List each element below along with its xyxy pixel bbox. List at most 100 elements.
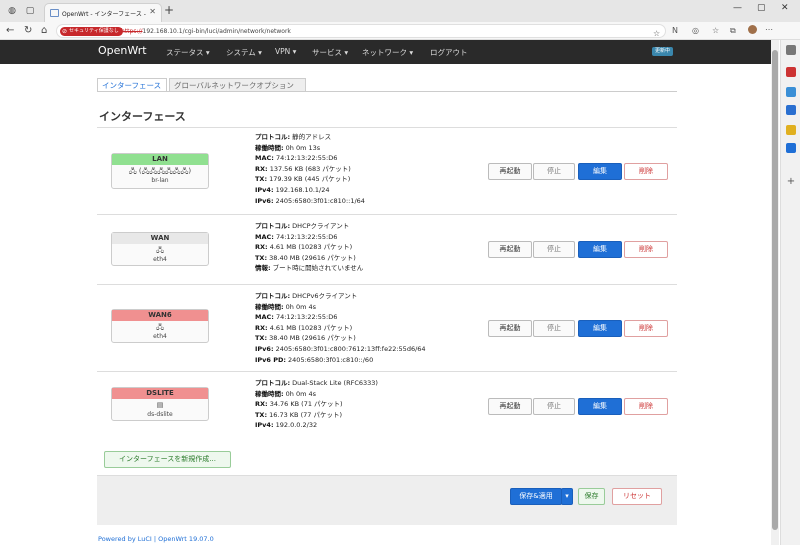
menu-services[interactable]: サービス ▾ — [312, 47, 348, 58]
home-icon[interactable]: ⌂ — [41, 25, 47, 36]
restart-button[interactable]: 再起動 — [488, 398, 532, 415]
tab-global-options[interactable]: グローバルネットワークオプション — [169, 78, 306, 92]
close-window-icon[interactable]: ✕ — [781, 3, 789, 13]
favorites-icon[interactable]: ☆ — [712, 26, 719, 35]
interface-badge: LAN 🖧 (🖧🖧🖧🖧🖧🖧) br-lan — [111, 153, 209, 189]
interface-name: LAN — [112, 154, 208, 165]
close-tab-icon[interactable]: ✕ — [149, 7, 156, 16]
tools-icon[interactable] — [786, 67, 796, 77]
info-line: MAC: 74:12:13:22:55:D6 — [255, 232, 338, 241]
device-icon: 🖧 (🖧🖧🖧🖧🖧🖧) — [128, 167, 192, 175]
tab-title: OpenWrt - インターフェース - LuCI — [62, 11, 147, 18]
profile-icon[interactable]: ◍ — [6, 5, 18, 17]
info-line: 稼働時間: 0h 0m 4s — [255, 389, 317, 398]
new-tab-icon[interactable]: + — [164, 3, 174, 17]
tab-interfaces[interactable]: インターフェース — [97, 78, 167, 92]
refresh-icon[interactable]: ◎ — [692, 26, 699, 35]
info-line: IPv6: 2405:6580:3f01:c800:7612:13ff:fe22… — [255, 344, 426, 353]
menu-status[interactable]: ステータス ▾ — [166, 47, 210, 58]
browser-sidebar: + — [780, 40, 800, 545]
office-icon[interactable] — [786, 125, 796, 135]
minimize-icon[interactable]: — — [733, 3, 742, 13]
update-badge: 更新中 — [652, 47, 674, 56]
games-icon[interactable] — [786, 87, 796, 97]
delete-button[interactable]: 削除 — [624, 320, 668, 337]
security-badge[interactable]: セキュリティ保護なし — [60, 27, 123, 36]
edit-button[interactable]: 編集 — [578, 320, 622, 337]
menu-logout[interactable]: ログアウト — [430, 47, 468, 58]
delete-button[interactable]: 削除 — [624, 163, 668, 180]
info-line: RX: 4.61 MB (10283 パケット) — [255, 243, 353, 252]
avatar[interactable] — [748, 25, 757, 34]
back-icon[interactable]: ← — [6, 25, 14, 36]
device-name: br-lan — [151, 177, 169, 184]
info-line: TX: 38.40 MB (29616 パケット) — [255, 253, 356, 262]
tab-actions-icon[interactable]: ▢ — [24, 5, 36, 17]
delete-button[interactable]: 削除 — [624, 241, 668, 258]
menu-vpn[interactable]: VPN ▾ — [275, 47, 296, 56]
info-line: IPv4: 192.168.10.1/24 — [255, 185, 330, 194]
info-line: プロトコル: DHCPv6クライアント — [255, 292, 358, 300]
scrollbar[interactable] — [771, 40, 779, 545]
save-apply-dropdown[interactable]: ▾ — [561, 488, 573, 505]
add-icon[interactable]: + — [786, 177, 796, 187]
restart-button[interactable]: 再起動 — [488, 241, 532, 258]
brand-logo[interactable]: OpenWrt — [98, 44, 147, 57]
menu-system[interactable]: システム ▾ — [226, 47, 262, 58]
collections-icon[interactable]: ⧉ — [730, 26, 736, 36]
search-icon[interactable] — [786, 45, 796, 55]
info-line: RX: 137.56 KB (683 パケット) — [255, 164, 351, 173]
edit-button[interactable]: 編集 — [578, 163, 622, 180]
powered-by-footer[interactable]: Powered by LuCI | OpenWrt 19.07.0 — [98, 535, 214, 543]
footer-action-bar: 保存&適用 ▾ 保存 リセット — [97, 475, 677, 525]
stop-button[interactable]: 停止 — [533, 398, 575, 415]
reload-icon[interactable]: ↻ — [24, 25, 32, 36]
section-title: インターフェース — [99, 110, 186, 123]
bing-icon[interactable] — [786, 143, 796, 153]
interface-row-wan6: WAN6 🖧 eth4 プロトコル: DHCPv6クライアント 稼働時間: 0h 0m … — [97, 284, 677, 371]
interface-name: WAN — [112, 233, 208, 244]
info-line: TX: 38.40 MB (29616 パケット) — [255, 334, 356, 343]
edit-button[interactable]: 編集 — [578, 241, 622, 258]
edit-button[interactable]: 編集 — [578, 398, 622, 415]
interface-row-wan: WAN 🖧 eth4 プロトコル: DHCPクライアント MAC: 74:12:13:2… — [97, 214, 677, 284]
tab-divider — [97, 91, 677, 92]
stop-button[interactable]: 停止 — [533, 320, 575, 337]
device-name: ds-dslite — [147, 411, 173, 418]
info-line: TX: 179.39 KB (445 パケット) — [255, 175, 351, 184]
interface-info: プロトコル: DHCPv6クライアント 稼働時間: 0h 0m 4s MAC: 74… — [255, 291, 426, 365]
reset-button[interactable]: リセット — [612, 488, 662, 505]
device-name: eth4 — [153, 256, 167, 263]
favorite-star-icon[interactable]: ☆ — [653, 29, 660, 38]
word-icon[interactable] — [786, 105, 796, 115]
restart-button[interactable]: 再起動 — [488, 163, 532, 180]
favicon-icon — [50, 9, 59, 17]
stop-button[interactable]: 停止 — [533, 163, 575, 180]
address-bar: ← ↻ ⌂ セキュリティ保護なし https://192.168.10.1/cg… — [0, 22, 800, 40]
menu-network[interactable]: ネットワーク ▾ — [362, 47, 413, 58]
url-field[interactable]: セキュリティ保護なし https://192.168.10.1/cgi-bin/… — [56, 24, 666, 38]
add-interface-button[interactable]: インターフェースを新規作成... — [104, 451, 231, 468]
interface-row-lan: LAN 🖧 (🖧🖧🖧🖧🖧🖧) br-lan プロトコル: 静的アドレス 稼働時間: 0h… — [97, 127, 677, 214]
info-line: IPv4: 192.0.0.2/32 — [255, 421, 318, 430]
interface-badge: WAN 🖧 eth4 — [111, 232, 209, 266]
info-line: RX: 4.61 MB (10283 パケット) — [255, 323, 353, 332]
info-line: プロトコル: 静的アドレス — [255, 133, 332, 141]
interface-badge: DSLITE ▤ ds-dslite — [111, 387, 209, 421]
delete-button[interactable]: 削除 — [624, 398, 668, 415]
maximize-icon[interactable]: ▢ — [757, 3, 766, 13]
device-icon: ▤ — [156, 401, 164, 409]
info-line: MAC: 74:12:13:22:55:D6 — [255, 313, 338, 322]
save-apply-button[interactable]: 保存&適用 — [510, 488, 562, 505]
browser-tab[interactable]: OpenWrt - インターフェース - LuCI ✕ — [44, 3, 162, 22]
interface-row-dslite: DSLITE ▤ ds-dslite プロトコル: Dual-Stack Lite (… — [97, 371, 677, 441]
restart-button[interactable]: 再起動 — [488, 320, 532, 337]
scrollbar-thumb[interactable] — [772, 50, 778, 530]
extension-icon[interactable]: N — [672, 26, 678, 35]
save-button[interactable]: 保存 — [578, 488, 605, 505]
info-line: IPv6 PD: 2405:6580:3f01:c810::/60 — [255, 355, 374, 364]
interface-info: プロトコル: Dual-Stack Lite (RFC6333) 稼働時間: 0h… — [255, 378, 378, 431]
more-icon[interactable]: ⋯ — [765, 25, 773, 34]
stop-button[interactable]: 停止 — [533, 241, 575, 258]
device-icon: 🖧 — [156, 246, 164, 254]
